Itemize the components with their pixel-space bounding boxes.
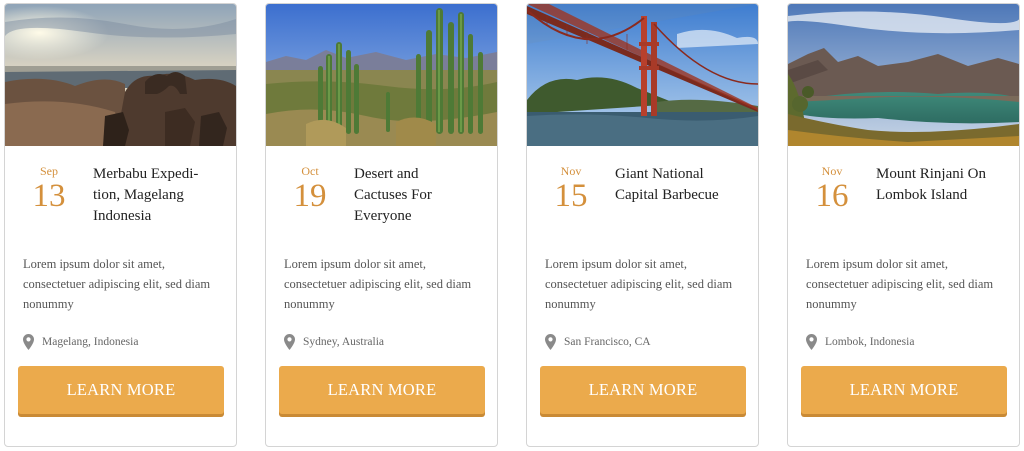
event-date: Sep 13 bbox=[23, 164, 75, 213]
event-date: Oct 19 bbox=[284, 164, 336, 213]
event-day: 15 bbox=[554, 178, 588, 214]
learn-more-button[interactable]: LEARN MORE bbox=[540, 366, 746, 414]
map-pin-icon bbox=[806, 334, 817, 350]
learn-more-button[interactable]: LEARN MORE bbox=[18, 366, 224, 414]
event-month: Sep bbox=[40, 164, 58, 178]
event-title[interactable]: Giant National Capital Barbecue bbox=[615, 164, 735, 206]
event-day: 13 bbox=[32, 178, 66, 214]
event-card: Nov 16 Mount Rinjani On Lombok Island Lo… bbox=[787, 3, 1020, 447]
event-date: Nov 16 bbox=[806, 164, 858, 213]
event-month: Nov bbox=[560, 164, 582, 178]
event-title[interactable]: Merbabu Expedi-tion, Magelang Indonesia bbox=[93, 164, 213, 227]
event-card: Oct 19 Desert and Cactuses For Everyone … bbox=[265, 3, 498, 447]
event-title[interactable]: Mount Rinjani On Lombok Island bbox=[876, 164, 996, 206]
event-description: Lorem ipsum dolor sit amet, consectetuer… bbox=[545, 257, 733, 311]
event-description: Lorem ipsum dolor sit amet, consectetuer… bbox=[284, 257, 472, 311]
event-location: Sydney, Australia bbox=[284, 333, 384, 351]
learn-more-button[interactable]: LEARN MORE bbox=[279, 366, 485, 414]
event-location-text: San Francisco, CA bbox=[564, 336, 651, 348]
event-day: 19 bbox=[293, 178, 327, 214]
event-card: Nov 15 Giant National Capital Barbecue L… bbox=[526, 3, 759, 447]
event-photo-bridge bbox=[527, 4, 758, 146]
map-pin-icon bbox=[23, 334, 34, 350]
event-day: 16 bbox=[815, 178, 849, 214]
event-description: Lorem ipsum dolor sit amet, consectetuer… bbox=[806, 257, 994, 311]
event-title[interactable]: Desert and Cactuses For Everyone bbox=[354, 164, 474, 227]
map-pin-icon bbox=[284, 334, 295, 350]
event-photo-desert bbox=[266, 4, 497, 146]
event-photo-lake bbox=[788, 4, 1019, 146]
event-card: Sep 13 Merbabu Expedi-tion, Magelang Ind… bbox=[4, 3, 237, 447]
event-location-text: Lombok, Indonesia bbox=[825, 336, 915, 348]
event-month: Oct bbox=[301, 164, 319, 178]
event-photo-coast bbox=[5, 4, 236, 146]
event-date: Nov 15 bbox=[545, 164, 597, 213]
learn-more-button[interactable]: LEARN MORE bbox=[801, 366, 1007, 414]
event-location-text: Sydney, Australia bbox=[303, 336, 385, 348]
event-month: Nov bbox=[821, 164, 843, 178]
event-location: San Francisco, CA bbox=[545, 333, 651, 351]
event-location-text: Magelang, Indonesia bbox=[42, 336, 139, 348]
event-description: Lorem ipsum dolor sit amet, consectetuer… bbox=[23, 257, 211, 311]
event-location: Lombok, Indonesia bbox=[806, 333, 914, 351]
map-pin-icon bbox=[545, 334, 556, 350]
event-location: Magelang, Indonesia bbox=[23, 333, 138, 351]
